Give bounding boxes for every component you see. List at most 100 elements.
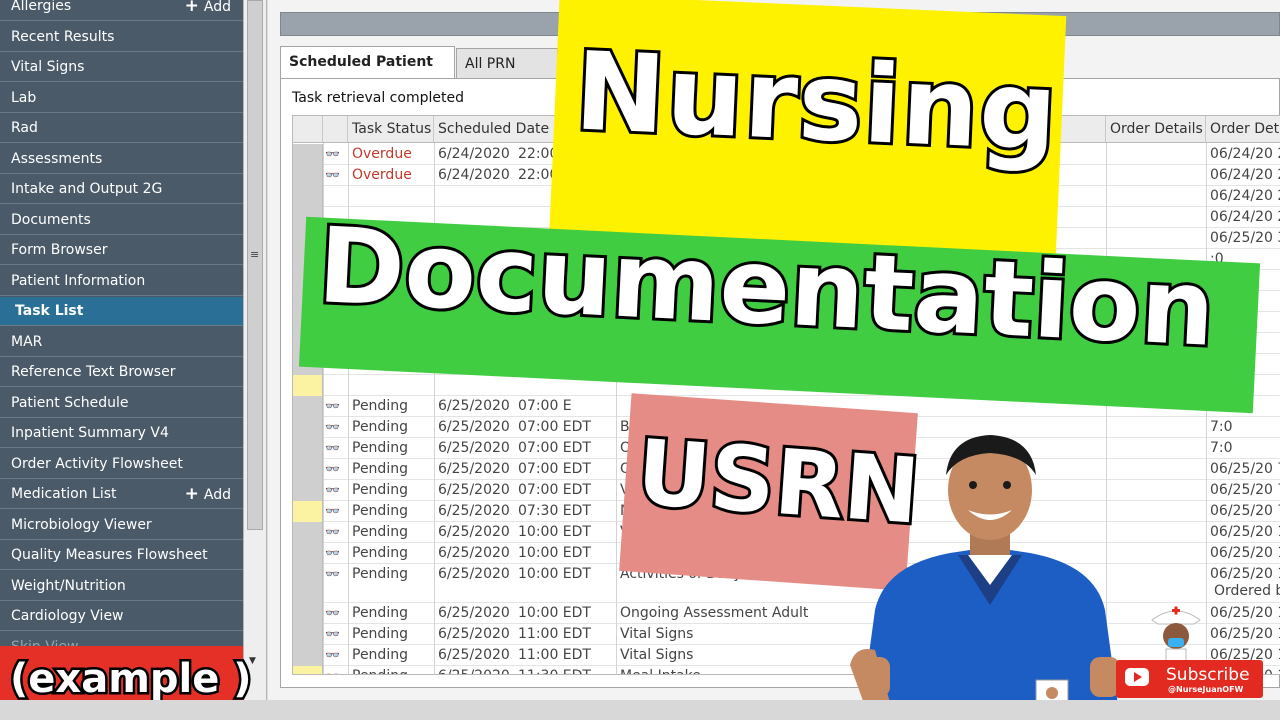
sidebar-nav: Allergies + Add Recent Results Vital Signs La… xyxy=(0,0,243,720)
cell-date xyxy=(434,186,514,207)
cell-detail: 06/24/20 23 xyxy=(1210,209,1280,225)
priority-flag xyxy=(293,438,323,459)
example-label: (example ) xyxy=(8,654,255,705)
sidebar-item-microbiology-viewer[interactable]: Microbiology Viewer xyxy=(0,511,243,540)
cell-detail: 06/25/20 7:0 xyxy=(1210,482,1280,498)
priority-flag xyxy=(293,459,323,480)
add-button[interactable]: + Add xyxy=(184,480,231,508)
column-header-task-status[interactable]: Task Status xyxy=(348,116,434,143)
glasses-icon[interactable]: 👓 xyxy=(325,543,340,564)
glasses-icon[interactable]: 👓 xyxy=(325,459,340,480)
priority-flag xyxy=(293,624,323,645)
scroll-thumb[interactable] xyxy=(247,0,263,530)
glasses-icon[interactable]: 👓 xyxy=(325,666,340,674)
sidebar-item-label: Task List xyxy=(15,303,84,319)
sidebar-item-medication-list[interactable]: Medication List + Add xyxy=(0,480,243,509)
sidebar-item-allergies[interactable]: Allergies + Add xyxy=(0,0,243,21)
glasses-icon[interactable]: 👓 xyxy=(325,396,340,417)
channel-handle: @NurseJuanOFW xyxy=(1168,685,1244,694)
glasses-icon[interactable]: 👓 xyxy=(325,501,340,522)
sidebar-item-cardiology-view[interactable]: Cardiology View xyxy=(0,602,243,631)
sidebar-item-intake-and-output-2g[interactable]: Intake and Output 2G xyxy=(0,175,243,204)
sidebar-item-label: Microbiology Viewer xyxy=(11,516,152,533)
cell-detail: 06/25/20 10: xyxy=(1210,545,1280,561)
add-label: Add xyxy=(203,487,231,503)
sidebar-item-label: Form Browser xyxy=(11,242,108,258)
splitter-grip-icon[interactable]: ≡ xyxy=(250,248,259,261)
sidebar-item-label: Allergies xyxy=(11,0,72,14)
sidebar-item-patient-schedule[interactable]: Patient Schedule xyxy=(0,389,243,418)
cell-time: 10:00 EDT xyxy=(518,545,591,561)
sidebar-item-assessments[interactable]: Assessments xyxy=(0,145,243,174)
cell-time: 07:30 EDT xyxy=(518,503,591,519)
glasses-icon[interactable]: 👓 xyxy=(325,438,340,459)
cell-detail: 7:0 xyxy=(1210,440,1233,456)
sidebar-item-quality-measures-flowsheet[interactable]: Quality Measures Flowsheet xyxy=(0,541,243,570)
glasses-icon[interactable]: 👓 xyxy=(325,417,340,438)
sidebar-item-weight-nutrition[interactable]: Weight/Nutrition xyxy=(0,572,243,601)
cell-detail: 06/25/20 10: xyxy=(1210,524,1280,540)
sidebar-item-label: Patient Schedule xyxy=(11,394,129,411)
tab-all-prn-tasks[interactable]: All PRN Tasks xyxy=(456,48,558,102)
cell-time: 07:00 EDT xyxy=(518,461,591,477)
cell-date: 6/25/2020 xyxy=(438,566,510,582)
cell-detail: 06/25/20 7:3 xyxy=(1210,503,1280,519)
glasses-icon[interactable]: 👓 xyxy=(325,564,340,585)
sidebar-item-inpatient-summary-v4[interactable]: Inpatient Summary V4 xyxy=(0,419,243,448)
glasses-icon[interactable]: 👓 xyxy=(325,522,340,543)
column-header-flag[interactable] xyxy=(293,116,323,143)
tab-scheduled-patient-care[interactable]: Scheduled Patient Care xyxy=(280,46,455,100)
cell-status: Pending xyxy=(352,398,408,414)
cell-status: Pending xyxy=(352,461,408,477)
sidebar-item-recent-results[interactable]: Recent Results xyxy=(0,23,243,52)
cell-detail-second-line: Ordered by xyxy=(1214,583,1280,599)
cell-status: Pending xyxy=(348,666,434,674)
sidebar-item-documents[interactable]: Documents xyxy=(0,206,243,235)
glasses-icon[interactable]: 👓 xyxy=(325,624,340,645)
plus-icon: + xyxy=(184,0,199,16)
subscribe-button[interactable]: Subscribe @NurseJuanOFW xyxy=(1116,660,1263,698)
sidebar-item-patient-information[interactable]: Patient Information xyxy=(0,267,243,296)
priority-flag xyxy=(293,375,323,396)
column-header-icon[interactable] xyxy=(323,116,348,143)
cell-date: 6/25/2020 xyxy=(438,545,510,561)
priority-flag xyxy=(293,165,323,186)
sidebar-item-mar[interactable]: MAR xyxy=(0,328,243,357)
nurse-photo xyxy=(850,435,1120,720)
cell-date: 6/25/2020 xyxy=(438,503,510,519)
sidebar-item-rad[interactable]: Rad xyxy=(0,114,243,143)
glasses-icon[interactable]: 👓 xyxy=(325,603,340,624)
sidebar-item-task-list[interactable]: Task List xyxy=(0,297,243,326)
cell-detail: 06/25/20 7:0 xyxy=(1210,461,1280,477)
add-label: Add xyxy=(203,0,231,15)
glasses-icon[interactable]: 👓 xyxy=(325,645,340,666)
priority-flag xyxy=(293,186,323,207)
glasses-icon[interactable]: 👓 xyxy=(325,165,340,186)
column-header-order-details-2[interactable]: Order Deta xyxy=(1206,116,1280,143)
add-button[interactable]: + Add xyxy=(184,0,231,20)
glasses-icon[interactable]: 👓 xyxy=(325,144,340,165)
sidebar-item-label: Recent Results xyxy=(11,28,115,45)
sidebar-scrollbar[interactable]: ≡ ▼ xyxy=(243,0,267,700)
column-header-order-details[interactable]: Order Details xyxy=(1106,116,1206,143)
sidebar-item-reference-text-browser[interactable]: Reference Text Browser xyxy=(0,358,243,387)
glasses-icon[interactable]: 👓 xyxy=(325,480,340,501)
cell-date: 6/25/2020 xyxy=(438,482,510,498)
sidebar-item-label: Patient Information xyxy=(11,272,146,289)
cell-date: 6/25/2020 xyxy=(434,666,514,674)
cell-status: Pending xyxy=(352,566,408,582)
cell-status: Overdue xyxy=(352,167,412,183)
priority-flag xyxy=(293,144,323,165)
sidebar-item-lab[interactable]: Lab xyxy=(0,84,243,113)
sidebar-item-form-browser[interactable]: Form Browser xyxy=(0,236,243,265)
cell-time: 10:00 EDT xyxy=(518,566,591,582)
sidebar-item-vital-signs[interactable]: Vital Signs xyxy=(0,53,243,82)
cell-time: 11:00 EDT xyxy=(518,647,591,663)
nurse-mascot-icon xyxy=(1151,606,1201,662)
sidebar-item-label: MAR xyxy=(11,333,43,350)
cell-date: 6/24/2020 xyxy=(438,146,510,162)
cell-date: 6/25/2020 xyxy=(438,626,510,642)
sidebar-item-order-activity-flowsheet[interactable]: Order Activity Flowsheet xyxy=(0,450,243,479)
plus-icon: + xyxy=(184,484,199,504)
youtube-play-icon xyxy=(1125,668,1149,686)
